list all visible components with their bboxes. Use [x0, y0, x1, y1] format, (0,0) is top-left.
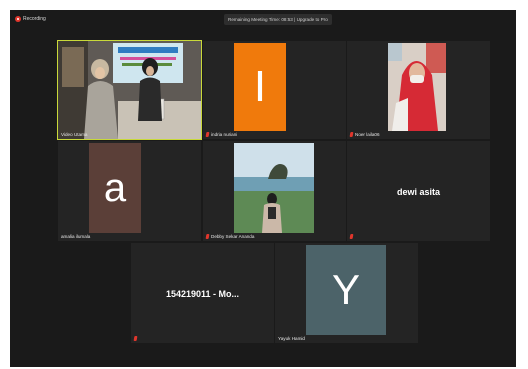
participant-name-tag: amalia ilumala — [61, 234, 91, 239]
participant-name-tag: indria nuriani — [205, 132, 237, 137]
participant-name-tag: Debby Sekar Ananda — [205, 234, 254, 239]
participant-tile-amalia[interactable]: a amalia ilumala — [58, 141, 201, 241]
participant-tile-154219011[interactable]: 154219011 - Mo... — [131, 243, 274, 343]
participant-name-tag: Yayuk Hamid — [278, 336, 305, 341]
record-icon — [15, 16, 21, 22]
participant-name-tag — [349, 234, 355, 239]
participant-display-name: dewi asita — [396, 187, 441, 197]
mic-muted-icon — [349, 234, 354, 239]
participant-tile-video-utama[interactable]: Video Utama — [57, 40, 202, 140]
participant-tile-yayuk-hamid[interactable]: Y Yayuk Hamid — [275, 243, 418, 343]
participant-video — [388, 43, 446, 131]
participant-name-tag: Noer laila06 — [349, 132, 380, 137]
participant-video — [234, 143, 314, 233]
top-bar: Recording Remaining Meeting Time: 08:53 … — [10, 10, 516, 30]
participant-tile-noer-laila[interactable]: Noer laila06 — [347, 41, 490, 139]
mic-muted-icon — [349, 132, 354, 137]
mic-muted-icon — [205, 132, 210, 137]
participant-tile-indria-nuriani[interactable]: I indria nuriani — [203, 41, 346, 139]
participant-display-name: 154219011 - Mo... — [165, 289, 240, 299]
avatar: a — [89, 143, 141, 233]
avatar: Y — [306, 245, 386, 335]
meeting-window: Recording Remaining Meeting Time: 08:53 … — [10, 10, 516, 367]
recording-indicator[interactable]: Recording — [15, 16, 46, 22]
participant-video — [58, 41, 201, 139]
mic-muted-icon — [133, 336, 138, 341]
recording-label: Recording — [23, 16, 46, 22]
participant-tile-debby[interactable]: Debby Sekar Ananda — [203, 141, 346, 241]
participant-name-tag: Video Utama — [61, 132, 88, 137]
meeting-timer-banner[interactable]: Remaining Meeting Time: 08:53 | Upgrade … — [224, 14, 332, 25]
avatar: I — [234, 43, 286, 131]
participant-tile-dewi-asita[interactable]: dewi asita — [347, 141, 490, 241]
participant-name-tag — [133, 336, 139, 341]
mic-muted-icon — [205, 234, 210, 239]
